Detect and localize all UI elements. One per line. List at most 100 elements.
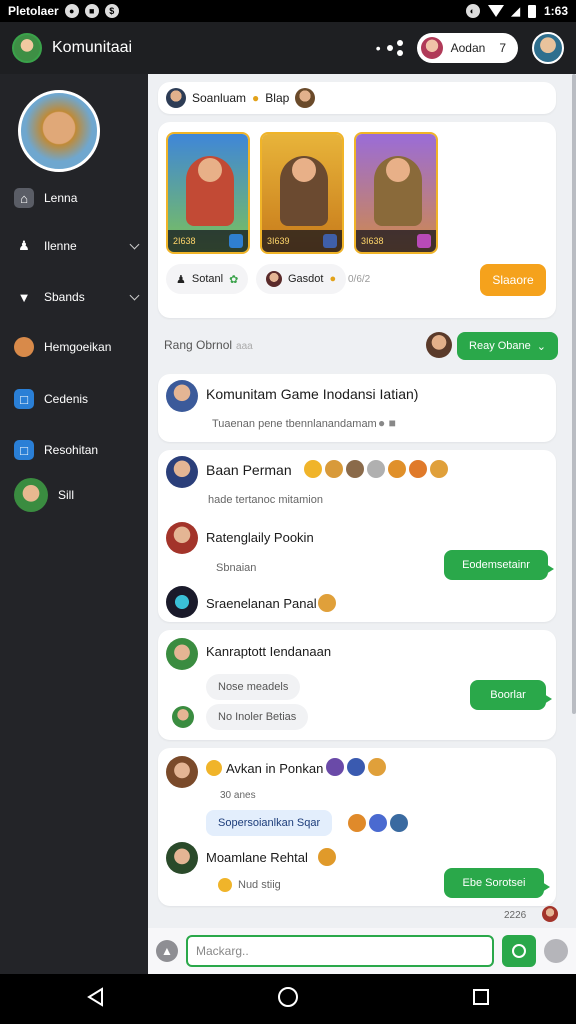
section-label-hint: aaa xyxy=(236,341,253,352)
message-title: Kanraptott Iendanaan xyxy=(206,644,332,659)
tile-value: 2I638 xyxy=(173,236,196,246)
back-icon xyxy=(87,986,104,1007)
avatar xyxy=(166,456,198,488)
sidebar-item-label: Resohitan xyxy=(44,443,99,457)
emoji-icon xyxy=(304,460,322,478)
app-screen: Pletolaer ● ■ $ ◐ ◢ 1:63 Komunitaai • Ao… xyxy=(0,0,576,1024)
sidebar-item-resohitan[interactable]: □ Resohitan xyxy=(14,440,138,460)
avatar xyxy=(542,906,558,922)
share-button[interactable]: • xyxy=(376,40,403,56)
controller-icon: ▼ xyxy=(17,289,31,305)
message-chip[interactable]: Sopersoianlkan Sqar xyxy=(206,810,333,836)
sidebar-item-sill[interactable]: Sill xyxy=(14,478,138,512)
share-icon xyxy=(386,40,403,56)
back-button[interactable] xyxy=(86,986,104,1012)
sidebar-item-label: Lenna xyxy=(44,191,78,205)
attach-icon[interactable]: ▲ xyxy=(156,940,178,962)
tile-footer: 3I639 xyxy=(262,230,342,252)
app-header: Komunitaai • Aodan 7 xyxy=(0,22,576,74)
message-title: Sraenelanan Panal xyxy=(206,596,317,611)
emoji-icon xyxy=(409,460,427,478)
avatar xyxy=(172,706,194,728)
game-tile[interactable]: 3I638 xyxy=(354,132,438,254)
gem-icon xyxy=(323,234,337,248)
emoji-icon xyxy=(388,460,406,478)
emoji-icon xyxy=(318,848,336,866)
game-action-button[interactable]: Slaaore xyxy=(480,264,546,296)
section-label: Rang Obrnol aaa xyxy=(164,338,253,352)
system-nav-bar xyxy=(0,974,576,1024)
game-tile[interactable]: 3I639 xyxy=(260,132,344,254)
game-chip[interactable]: Gasdot ● xyxy=(256,264,347,294)
avatar xyxy=(420,37,443,59)
message-sub: Sbnaian xyxy=(216,562,257,574)
main-content: Soanluam ● Blap 2I638 3I639 3I638 ♟ Sota… xyxy=(148,74,576,974)
home-icon: ⌂ xyxy=(14,188,34,208)
reply-bubble[interactable]: Boorlar xyxy=(470,680,552,710)
avatar-icon xyxy=(14,337,34,357)
user-pill-label: Aodan xyxy=(450,41,486,55)
mic-icon[interactable] xyxy=(544,939,568,963)
chip-label: Gasdot xyxy=(288,273,324,285)
tile-footer: 3I638 xyxy=(356,230,436,252)
game-tile[interactable]: 2I638 xyxy=(166,132,250,254)
profile-avatar[interactable] xyxy=(18,90,100,172)
emoji-icon xyxy=(369,814,387,832)
sidebar-item-cedenis[interactable]: □ Cedenis xyxy=(14,389,138,409)
notification-icon: $ xyxy=(104,4,119,18)
avatar xyxy=(166,586,198,618)
message-sub: Tuaenan pene tbennlanandamam xyxy=(212,418,377,430)
emoji-icon xyxy=(346,460,364,478)
user-pill-count: 7 xyxy=(499,41,506,55)
tile-value: 3I639 xyxy=(267,236,290,246)
reply-bubble[interactable]: Eodemsetainr xyxy=(444,550,554,580)
reaction-row xyxy=(348,814,408,832)
avatar xyxy=(166,380,198,412)
status-left: Pletolaer ● ■ $ xyxy=(8,4,119,18)
chevron-down-icon xyxy=(129,239,140,249)
reply-bubble[interactable]: Ebe Sorotsei xyxy=(444,868,550,898)
emoji-icon xyxy=(430,460,448,478)
dot-icon: • xyxy=(375,40,381,56)
user-pill[interactable]: Aodan 7 xyxy=(416,33,518,63)
sidebar-item-sbands[interactable]: ▼ Sbands xyxy=(14,287,140,307)
sidebar-item-label: Hemgoeikan xyxy=(44,340,112,354)
hero-face xyxy=(386,158,410,182)
message-chip[interactable]: Nose meadels xyxy=(206,674,301,700)
top-card[interactable]: Soanluam ● Blap xyxy=(158,82,556,114)
scrollbar[interactable] xyxy=(572,74,576,714)
app-title: Komunitaai xyxy=(52,39,133,56)
profile-avatar-button[interactable] xyxy=(532,32,564,64)
sidebar: ⌂ Lenna ♟ Ilenne ▼ Sbands Hemgoeikan □ C… xyxy=(0,74,148,974)
sidebar-item-label: Ilenne xyxy=(44,239,77,253)
message-group: Avkan in Ponkan 30 anes Sopersoianlkan S… xyxy=(158,748,556,906)
emoji-icon xyxy=(325,460,343,478)
rank-dropdown[interactable]: Reay Obane ⌄ xyxy=(457,332,558,360)
square-icon: □ xyxy=(14,440,34,460)
tile-value: 3I638 xyxy=(361,236,384,246)
notification-icon: ● xyxy=(64,4,79,18)
message-title: Moamlane Rehtal xyxy=(206,850,308,865)
message-chip[interactable]: No Inoler Betias xyxy=(206,704,309,730)
emoji-icon xyxy=(218,878,232,892)
recents-icon xyxy=(472,988,489,1005)
recents-button[interactable] xyxy=(472,988,490,1011)
mic-icon: ● ■ xyxy=(378,416,396,430)
game-chip[interactable]: ♟ Sotanl ✿ xyxy=(166,264,249,294)
reaction-row xyxy=(304,460,448,478)
message-input[interactable]: Mackarg.. xyxy=(186,935,494,967)
game-card: 2I638 3I639 3I638 ♟ Sotanl ✿ Gasdot ● 0/… xyxy=(158,122,556,318)
avatar-icon xyxy=(14,478,48,512)
send-button[interactable] xyxy=(502,935,536,967)
gem-icon xyxy=(417,234,431,248)
sidebar-item-lenna[interactable]: ⌂ Lenna xyxy=(14,188,138,208)
home-button[interactable] xyxy=(277,986,299,1013)
emoji-icon xyxy=(326,758,344,776)
emoji-icon xyxy=(318,594,336,612)
sidebar-item-ilenne[interactable]: ♟ Ilenne xyxy=(14,236,140,256)
message-card[interactable]: Komunitam Game Inodansi Iatian) Tuaenan … xyxy=(158,374,556,442)
avatar xyxy=(266,271,282,287)
sidebar-item-hemgoeikan[interactable]: Hemgoeikan xyxy=(14,337,138,357)
message-sub: Nud stiig xyxy=(238,879,281,891)
message-title: Komunitam Game Inodansi Iatian) xyxy=(206,386,419,402)
